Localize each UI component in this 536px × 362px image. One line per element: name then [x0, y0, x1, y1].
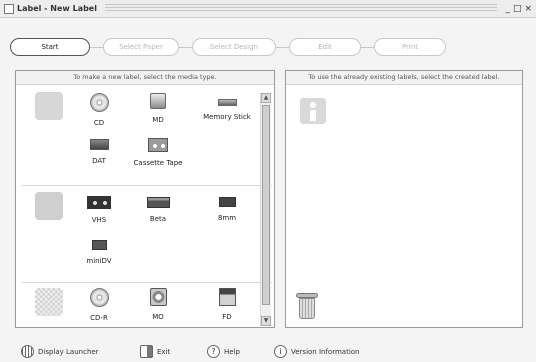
step-select-design: Select Design: [192, 38, 276, 56]
dat-icon: [89, 139, 109, 150]
media-item-md[interactable]: MD: [123, 93, 193, 124]
app-icon: [4, 3, 14, 14]
exit-button[interactable]: Exit: [140, 345, 170, 358]
video-category-icon: [35, 192, 63, 220]
minimize-button[interactable]: _: [505, 4, 510, 14]
music-category-icon: [35, 92, 63, 120]
cd-r-icon: [89, 288, 109, 307]
maximize-button[interactable]: □: [513, 4, 522, 14]
media-item-memory-stick[interactable]: Memory Stick: [192, 93, 262, 121]
step-print: Print: [374, 38, 446, 56]
help-question-icon: ?: [207, 345, 220, 358]
title-bar: Label - New Label _ □ ×: [0, 0, 536, 18]
info-icon: [300, 98, 326, 124]
data-media-group: CD-R MO FD: [22, 282, 272, 328]
media-item-8mm[interactable]: 8mm: [192, 193, 262, 222]
md-icon: [150, 93, 166, 109]
info-circle-icon: i: [274, 345, 287, 358]
media-item-cassette-tape[interactable]: Cassette Tape: [123, 136, 193, 167]
media-item-mo[interactable]: MO: [123, 288, 193, 321]
media-item-beta[interactable]: Beta: [123, 193, 193, 223]
trash-icon[interactable]: [296, 293, 318, 320]
minidv-icon: [91, 240, 107, 250]
step-edit: Edit: [289, 38, 361, 56]
8mm-icon: [218, 197, 236, 207]
wizard-steps: Start Select Paper Select Design Edit Pr…: [10, 37, 446, 57]
launcher-grid-icon: [21, 345, 34, 358]
scrollbar-thumb[interactable]: [262, 105, 270, 305]
media-list-scrollbar[interactable]: ▲ ▼: [260, 93, 271, 326]
mo-icon: [149, 288, 167, 306]
music-media-group: CD MD Memory Stick DAT Cassette Tape: [22, 86, 272, 183]
beta-icon: [146, 197, 170, 208]
media-item-minidv[interactable]: miniDV: [64, 236, 134, 265]
fd-icon: [218, 288, 236, 306]
step-select-paper: Select Paper: [103, 38, 179, 56]
exit-door-icon: [140, 345, 153, 358]
video-media-group: VHS Beta 8mm miniDV: [22, 185, 272, 281]
cassette-tape-icon: [148, 138, 168, 152]
window-title: Label - New Label: [17, 4, 97, 13]
close-button[interactable]: ×: [524, 4, 532, 14]
help-button[interactable]: ? Help: [207, 345, 240, 358]
bottom-bar: Display Launcher Exit ? Help i Version I…: [0, 341, 536, 362]
scroll-up-arrow-icon[interactable]: ▲: [261, 93, 271, 103]
memory-stick-icon: [217, 99, 237, 106]
cd-icon: [89, 93, 109, 112]
media-type-panel: To make a new label, select the media ty…: [15, 70, 275, 328]
display-launcher-button[interactable]: Display Launcher: [21, 345, 99, 358]
version-information-button[interactable]: i Version Information: [274, 345, 360, 358]
vhs-icon: [87, 196, 111, 209]
scroll-down-arrow-icon[interactable]: ▼: [261, 316, 271, 326]
media-item-fd[interactable]: FD: [192, 288, 262, 321]
step-start[interactable]: Start: [10, 38, 90, 56]
media-type-instruction: To make a new label, select the media ty…: [16, 71, 274, 85]
existing-labels-instruction: To use the already existing labels, sele…: [286, 71, 522, 85]
data-category-icon: [35, 288, 63, 316]
existing-labels-panel: To use the already existing labels, sele…: [285, 70, 523, 328]
title-bar-grip[interactable]: [104, 4, 498, 13]
